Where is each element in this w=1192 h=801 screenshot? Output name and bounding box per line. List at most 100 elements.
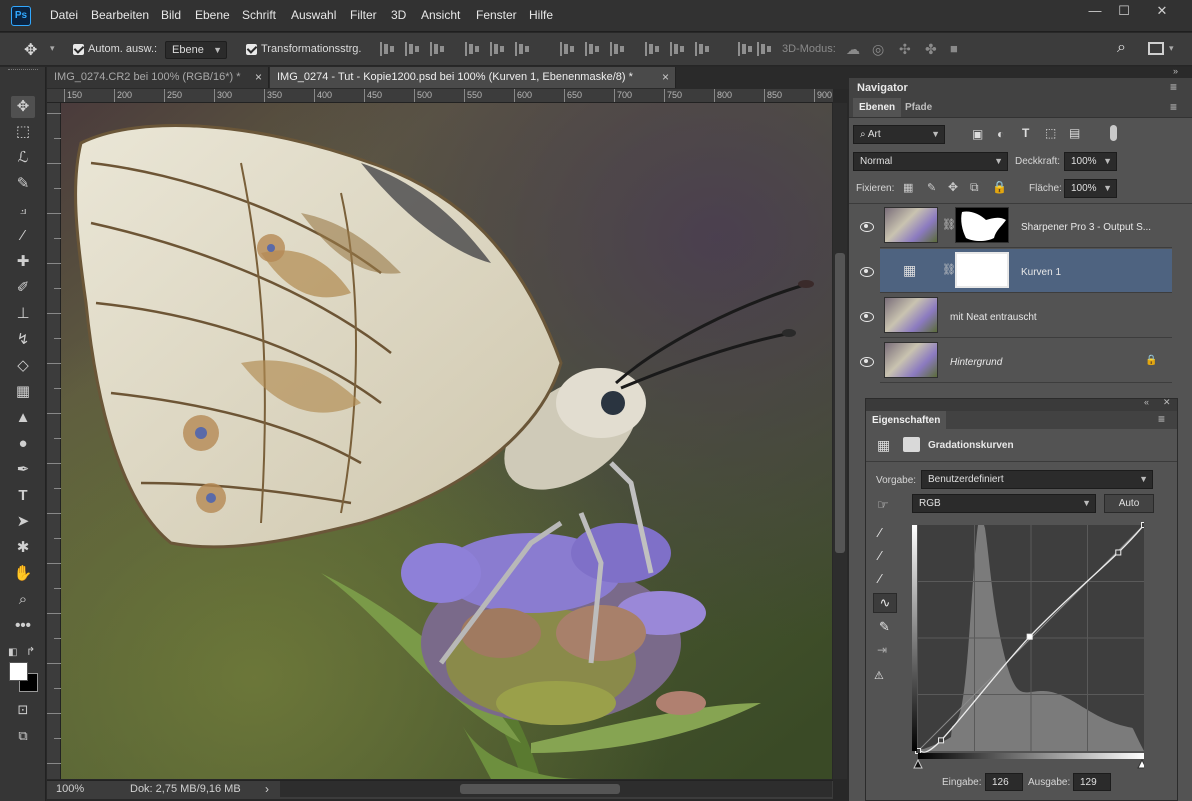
move-tool-icon[interactable]: ✥	[11, 96, 35, 118]
dodge-tool-icon[interactable]: ●	[11, 433, 35, 455]
3d-camera-icon[interactable]: ■	[950, 41, 958, 56]
panel-menu-icon[interactable]: ≡	[1170, 80, 1177, 94]
pen-tool-icon[interactable]: ✒	[11, 459, 35, 481]
menu-hilfe[interactable]: Hilfe	[529, 8, 553, 22]
mask-icon[interactable]	[903, 437, 920, 452]
align-distribute-icon[interactable]	[645, 42, 659, 56]
white-point-slider[interactable]	[1137, 758, 1147, 769]
quick-selection-tool-icon[interactable]: ✎	[11, 173, 35, 195]
tab-ebenen[interactable]: Ebenen	[853, 98, 902, 117]
menu-ansicht[interactable]: Ansicht	[421, 8, 460, 22]
3d-rotate-icon[interactable]: ☁	[846, 41, 860, 58]
zoom-level[interactable]: 100%	[56, 783, 84, 795]
menu-filter[interactable]: Filter	[350, 8, 377, 22]
tab-psd[interactable]: IMG_0274 - Tut - Kopie1200.psd bei 100% …	[270, 67, 676, 88]
move-tool-icon[interactable]: ✥	[24, 40, 37, 60]
blend-mode-dropdown[interactable]: Normal ▼	[853, 152, 1008, 171]
visibility-eye-icon[interactable]	[860, 222, 874, 232]
auto-select-dropdown[interactable]: Ebene ▼	[165, 41, 227, 59]
black-point-eyedropper-icon[interactable]: ⁄	[879, 525, 881, 540]
align-distribute-icon[interactable]	[430, 42, 444, 56]
channel-dropdown[interactable]: RGB ▼	[912, 494, 1096, 513]
lock-position-icon[interactable]: ✥	[948, 180, 958, 194]
lasso-tool-icon[interactable]: ℒ	[11, 147, 35, 169]
search-icon[interactable]: ⌕	[1117, 39, 1126, 57]
preset-dropdown[interactable]: Benutzerdefiniert ▼	[921, 470, 1153, 489]
layer-mask-thumbnail[interactable]	[955, 252, 1009, 288]
menu-3d[interactable]: 3D	[391, 8, 406, 22]
black-point-slider[interactable]	[913, 758, 923, 769]
align-distribute-icon[interactable]	[610, 42, 624, 56]
history-brush-tool-icon[interactable]: ↯	[11, 329, 35, 351]
curve-point[interactable]	[938, 737, 945, 744]
align-distribute-icon[interactable]	[560, 42, 574, 56]
screen-mode-icon[interactable]: ⧉	[11, 725, 35, 747]
collapse-icon[interactable]: «	[1144, 397, 1149, 407]
zoom-tool-icon[interactable]: ⌕	[11, 589, 35, 611]
tool-preset-chevron-icon[interactable]: ▾	[50, 43, 55, 54]
scrollbar-thumb[interactable]	[460, 784, 620, 794]
default-colors-icon[interactable]: ◧	[8, 647, 17, 658]
output-value-field[interactable]: 129	[1073, 773, 1111, 791]
fill-field[interactable]: 100% ▼	[1064, 179, 1117, 198]
align-distribute-icon[interactable]	[695, 42, 709, 56]
link-chain-icon[interactable]: ⛓	[942, 218, 956, 231]
shape-tool-icon[interactable]: ✱	[11, 537, 35, 559]
3d-pan-icon[interactable]: ✣	[899, 41, 911, 58]
horizontal-scrollbar[interactable]	[280, 781, 832, 797]
minimize-button[interactable]: —	[1086, 3, 1104, 21]
menu-fenster[interactable]: Fenster	[476, 8, 517, 22]
clipping-warning-icon[interactable]: ⚠	[874, 669, 884, 682]
path-selection-tool-icon[interactable]: ➤	[11, 511, 35, 533]
vertical-scrollbar[interactable]	[833, 103, 847, 779]
filter-type-layer-icon[interactable]: T	[1022, 126, 1029, 140]
scrollbar-thumb[interactable]	[835, 253, 845, 553]
visibility-eye-icon[interactable]	[860, 357, 874, 367]
align-distribute-icon[interactable]	[738, 42, 752, 56]
clone-stamp-tool-icon[interactable]: ⊥	[11, 303, 35, 325]
blur-tool-icon[interactable]: ▲	[11, 407, 35, 429]
layer-mask-thumbnail[interactable]	[955, 207, 1009, 243]
type-tool-icon[interactable]: T	[11, 485, 35, 507]
align-distribute-icon[interactable]	[405, 42, 419, 56]
brush-tool-icon[interactable]: ✐	[11, 277, 35, 299]
curves-chart[interactable]	[912, 521, 1147, 769]
align-distribute-icon[interactable]	[585, 42, 599, 56]
targeted-adjustment-icon[interactable]: ☞	[877, 497, 889, 513]
align-distribute-icon[interactable]	[515, 42, 529, 56]
visibility-eye-icon[interactable]	[860, 312, 874, 322]
filter-adjustment-icon[interactable]: ◐	[997, 127, 1004, 141]
lock-all-icon[interactable]: 🔒	[992, 180, 1007, 194]
curves-graph[interactable]	[912, 521, 1147, 769]
menu-bearbeiten[interactable]: Bearbeiten	[91, 8, 149, 22]
layer-filter-dropdown[interactable]: ⌕ Art ▼	[853, 125, 945, 144]
tab-pfade[interactable]: Pfade	[899, 98, 938, 117]
pencil-draw-icon[interactable]: ✎	[879, 619, 890, 635]
hand-tool-icon[interactable]: ✋	[11, 563, 35, 585]
eraser-tool-icon[interactable]: ◇	[11, 355, 35, 377]
curve-points-tool-icon[interactable]: ∿	[873, 593, 897, 613]
gray-point-eyedropper-icon[interactable]: ⁄	[879, 548, 881, 563]
input-value-field[interactable]: 126	[985, 773, 1023, 791]
align-distribute-icon[interactable]	[670, 42, 684, 56]
menu-auswahl[interactable]: Auswahl	[291, 8, 336, 22]
status-menu-icon[interactable]: ›	[265, 782, 269, 796]
3d-roll-icon[interactable]: ◎	[872, 41, 884, 58]
smooth-curve-icon[interactable]: ⇥	[877, 643, 887, 657]
tab-eigenschaften[interactable]: Eigenschaften	[866, 411, 947, 430]
quick-mask-icon[interactable]: ⊡	[11, 699, 35, 721]
workspace-chevron-icon[interactable]: ▾	[1169, 43, 1174, 54]
transform-controls-checkbox[interactable]	[246, 44, 257, 55]
align-distribute-icon[interactable]	[490, 42, 504, 56]
marquee-tool-icon[interactable]: ⬚	[11, 121, 35, 143]
curve-point[interactable]	[1026, 633, 1033, 640]
filter-smart-object-icon[interactable]: ▤	[1069, 126, 1080, 140]
filter-shape-layer-icon[interactable]: ⬚	[1045, 126, 1056, 140]
opacity-field[interactable]: 100% ▼	[1064, 152, 1117, 171]
foreground-color-swatch[interactable]	[9, 662, 28, 681]
document-canvas[interactable]	[61, 103, 832, 779]
close-panel-icon[interactable]: ✕	[1163, 397, 1171, 408]
curve-point[interactable]	[1141, 522, 1147, 528]
menu-bild[interactable]: Bild	[161, 8, 181, 22]
panel-menu-icon[interactable]: ≡	[1158, 412, 1165, 426]
